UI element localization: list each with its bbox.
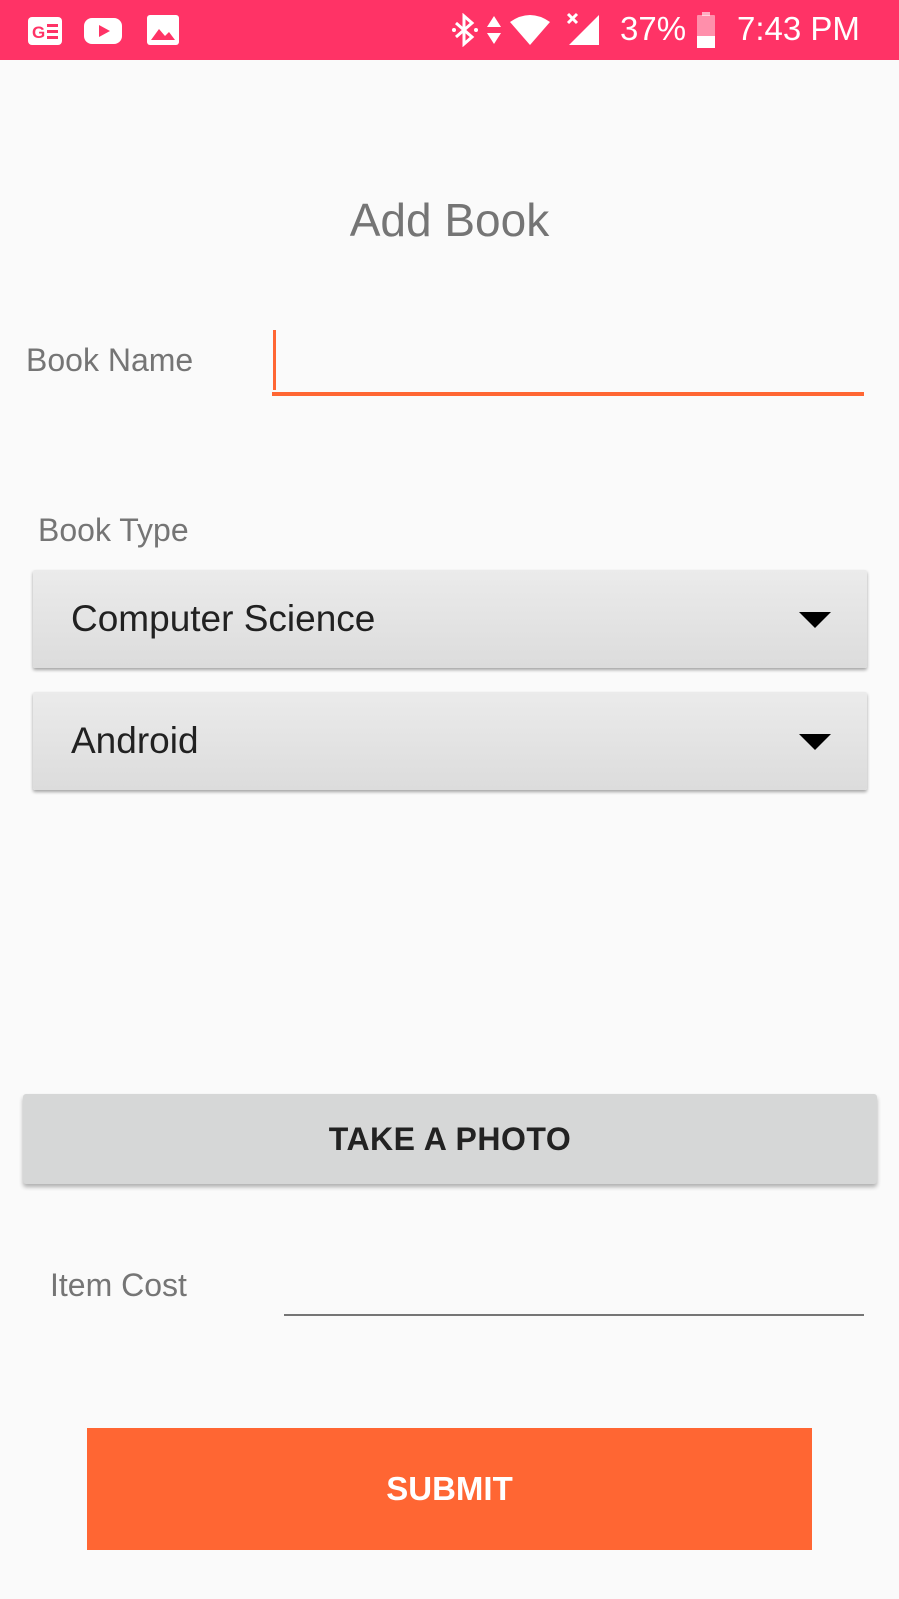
category-spinner[interactable]: Computer Science bbox=[33, 570, 867, 668]
book-type-label: Book Type bbox=[38, 512, 189, 548]
item-cost-label: Item Cost bbox=[50, 1267, 187, 1303]
youtube-icon bbox=[83, 16, 123, 51]
book-name-label: Book Name bbox=[26, 342, 194, 378]
subcategory-selected-value: Android bbox=[71, 720, 199, 761]
gallery-icon bbox=[146, 14, 180, 51]
bluetooth-icon bbox=[452, 12, 478, 52]
status-bar: G 37% 7:43 PM bbox=[0, 0, 899, 60]
page-title: Add Book bbox=[349, 194, 550, 246]
category-selected-value: Computer Science bbox=[71, 598, 376, 639]
data-arrows-icon bbox=[485, 14, 503, 51]
text-cursor bbox=[273, 330, 276, 390]
submit-button[interactable]: SUBMIT bbox=[87, 1428, 812, 1550]
signal-icon bbox=[565, 12, 601, 51]
battery-icon bbox=[696, 11, 716, 54]
take-photo-button[interactable]: TAKE A PHOTO bbox=[23, 1094, 877, 1184]
subcategory-spinner[interactable]: Android bbox=[33, 692, 867, 790]
item-cost-field[interactable] bbox=[284, 1250, 864, 1320]
clock: 7:43 PM bbox=[737, 10, 860, 47]
book-name-field[interactable] bbox=[272, 322, 864, 402]
dropdown-arrow-icon bbox=[799, 734, 831, 750]
battery-percent: 37% bbox=[620, 10, 687, 47]
svg-text:G: G bbox=[32, 23, 45, 42]
google-news-icon: G bbox=[27, 16, 63, 51]
dropdown-arrow-icon bbox=[799, 612, 831, 628]
item-cost-underline bbox=[284, 1314, 864, 1316]
wifi-icon bbox=[508, 14, 552, 51]
book-name-underline bbox=[272, 392, 864, 396]
